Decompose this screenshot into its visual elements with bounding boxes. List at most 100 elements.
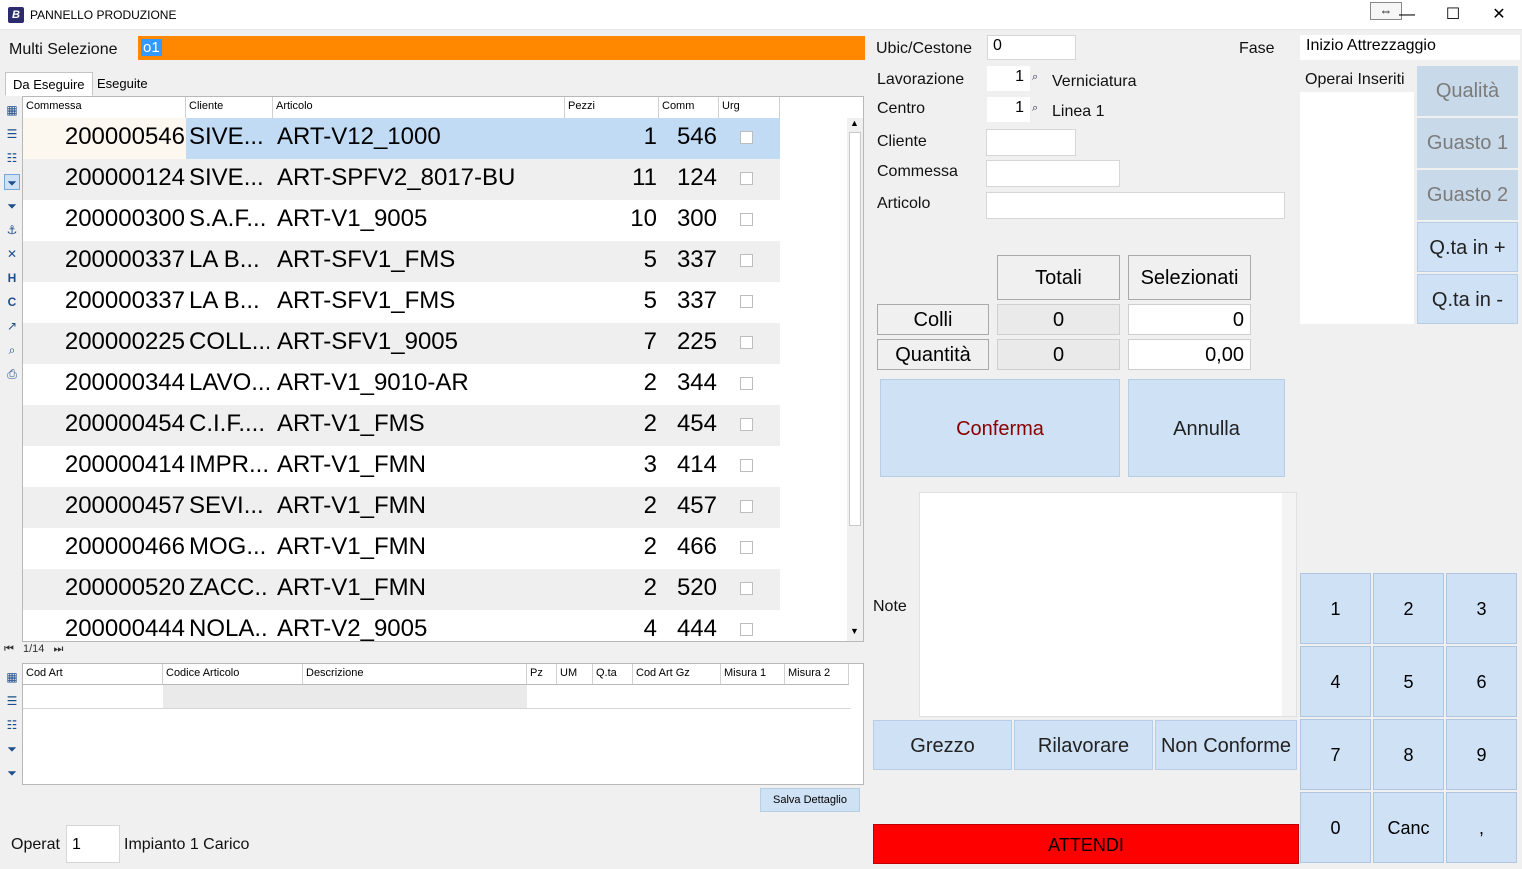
table-row[interactable]: 200000124 SIVE... ART-SPFV2_8017-BU 11 124: [23, 159, 780, 200]
detail-header-descrizione[interactable]: Descrizione: [303, 664, 527, 685]
guasto-2-button[interactable]: Guasto 2: [1417, 170, 1518, 220]
note-textarea[interactable]: [919, 492, 1297, 717]
close-button[interactable]: ✕: [1476, 0, 1522, 30]
table-row[interactable]: 200000466 MOG... ART-V1_FMN 2 466: [23, 528, 780, 569]
filter-icon[interactable]: ⏷: [4, 174, 20, 190]
colli-button[interactable]: Colli: [877, 304, 989, 335]
key-5-button[interactable]: 5: [1373, 646, 1444, 717]
qualita-button[interactable]: Qualità: [1417, 66, 1518, 116]
urgent-checkbox[interactable]: [740, 418, 753, 431]
detail-row[interactable]: [163, 685, 527, 708]
grid-icon[interactable]: ▦: [4, 102, 20, 118]
h-icon[interactable]: H: [4, 270, 20, 286]
quantita-selezionati-value[interactable]: 0,00: [1128, 339, 1251, 370]
table-row[interactable]: 200000300 S.A.F... ART-V1_9005 10 300: [23, 200, 780, 241]
detail-header-cod-art[interactable]: Cod Art: [23, 664, 163, 685]
urgent-checkbox[interactable]: [740, 582, 753, 595]
table-row[interactable]: 200000337 LA B... ART-SFV1_FMS 5 337: [23, 282, 780, 323]
grid-scrollbar[interactable]: ▲ ▼: [847, 118, 863, 641]
column-header-articolo[interactable]: Articolo: [273, 97, 565, 119]
list-icon[interactable]: ☰: [4, 693, 20, 709]
non-conforme-button[interactable]: Non Conforme: [1155, 720, 1297, 770]
filter-icon[interactable]: ⏷: [4, 765, 20, 781]
rilavorare-button[interactable]: Rilavorare: [1014, 720, 1153, 770]
note-scrollbar[interactable]: [1282, 493, 1296, 716]
lavorazione-input[interactable]: 1: [987, 66, 1030, 91]
key-0-button[interactable]: 0: [1300, 792, 1371, 863]
key-1-button[interactable]: 1: [1300, 573, 1371, 644]
column-header-commessa[interactable]: Commessa: [23, 97, 186, 119]
key-3-button[interactable]: 3: [1446, 573, 1517, 644]
minimize-button[interactable]: —: [1384, 0, 1430, 30]
quantita-button[interactable]: Quantità: [877, 339, 989, 370]
chart-icon[interactable]: ↗: [4, 318, 20, 334]
detail-header-codice-articolo[interactable]: Codice Articolo: [163, 664, 303, 685]
anchor-icon[interactable]: ⚓: [4, 222, 20, 238]
table-row[interactable]: 200000344 LAVO... ART-V1_9010-AR 2 344: [23, 364, 780, 405]
commesse-grid[interactable]: Commessa Cliente Articolo Pezzi Comm Urg…: [22, 96, 864, 642]
guasto-1-button[interactable]: Guasto 1: [1417, 118, 1518, 168]
detail-header-misura-1[interactable]: Misura 1: [721, 664, 785, 685]
scroll-thumb[interactable]: [849, 132, 861, 526]
annulla-button[interactable]: Annulla: [1128, 379, 1285, 477]
grid-icon[interactable]: ▦: [4, 669, 20, 685]
key-6-button[interactable]: 6: [1446, 646, 1517, 717]
key-2-button[interactable]: 2: [1373, 573, 1444, 644]
key-8-button[interactable]: 8: [1373, 719, 1444, 790]
urgent-checkbox[interactable]: [740, 295, 753, 308]
scroll-up-icon[interactable]: ▲: [850, 118, 859, 128]
table-row[interactable]: 200000337 LA B... ART-SFV1_FMS 5 337: [23, 241, 780, 282]
key-comma-button[interactable]: ,: [1446, 792, 1517, 863]
selezionati-button[interactable]: Selezionati: [1128, 255, 1251, 300]
qta-minus-button[interactable]: Q.ta in -: [1417, 274, 1518, 324]
table-row[interactable]: 200000546 SIVE... ART-V12_1000 1 546: [23, 118, 780, 159]
urgent-checkbox[interactable]: [740, 541, 753, 554]
detail-header-misura-2[interactable]: Misura 2: [785, 664, 849, 685]
grezzo-button[interactable]: Grezzo: [873, 720, 1012, 770]
operai-list[interactable]: [1300, 92, 1414, 324]
urgent-checkbox[interactable]: [740, 254, 753, 267]
first-page-icon[interactable]: ⏮: [4, 643, 14, 655]
ubic-input[interactable]: 0: [987, 35, 1076, 60]
column-header-urg[interactable]: Urg: [719, 97, 780, 119]
colli-selezionati-value[interactable]: 0: [1128, 304, 1251, 335]
table-row[interactable]: 200000414 IMPR... ART-V1_FMN 3 414: [23, 446, 780, 487]
table-row[interactable]: 200000225 COLL... ART-SFV1_9005 7 225: [23, 323, 780, 364]
print-icon[interactable]: ⎙: [4, 366, 20, 382]
urgent-checkbox[interactable]: [740, 172, 753, 185]
totali-button[interactable]: Totali: [997, 255, 1120, 300]
detail-header-um[interactable]: UM: [557, 664, 593, 685]
urgent-checkbox[interactable]: [740, 336, 753, 349]
table-row[interactable]: 200000444 NOLA... ART-V2_9005 4 444: [23, 610, 780, 641]
detail-header-pz[interactable]: Pz: [527, 664, 557, 685]
last-page-icon[interactable]: ⏭: [53, 643, 63, 655]
key-4-button[interactable]: 4: [1300, 646, 1371, 717]
table-row[interactable]: 200000520 ZACC... ART-V1_FMN 2 520: [23, 569, 780, 610]
list-icon[interactable]: ☷: [4, 150, 20, 166]
tab-eseguite[interactable]: Eseguite: [90, 72, 155, 96]
x-icon[interactable]: ✕: [4, 246, 20, 262]
table-row[interactable]: 200000457 SEVI... ART-V1_FMN 2 457: [23, 487, 780, 528]
articolo-input[interactable]: [986, 192, 1285, 219]
column-header-comm[interactable]: Comm: [659, 97, 719, 119]
commessa-input[interactable]: [986, 160, 1120, 187]
tab-da-eseguire[interactable]: Da Eseguire: [5, 72, 93, 96]
c-icon[interactable]: C: [4, 294, 20, 310]
save-detail-button[interactable]: Salva Dettaglio: [760, 788, 860, 812]
filter-icon[interactable]: ⏷: [4, 741, 20, 757]
list-icon[interactable]: ☰: [4, 126, 20, 142]
preview-icon[interactable]: ⌕: [4, 342, 20, 358]
key-7-button[interactable]: 7: [1300, 719, 1371, 790]
scroll-down-icon[interactable]: ▼: [850, 626, 859, 636]
qta-plus-button[interactable]: Q.ta in +: [1417, 222, 1518, 272]
urgent-checkbox[interactable]: [740, 459, 753, 472]
urgent-checkbox[interactable]: [740, 131, 753, 144]
cliente-input[interactable]: [986, 129, 1076, 156]
operat-input[interactable]: 1: [66, 825, 120, 863]
centro-search-icon[interactable]: ⌕: [1032, 102, 1038, 115]
detail-header-qta[interactable]: Q.ta: [593, 664, 633, 685]
key-canc-button[interactable]: Canc: [1373, 792, 1444, 863]
filter-icon[interactable]: ⏷: [4, 198, 20, 214]
list-icon[interactable]: ☷: [4, 717, 20, 733]
detail-grid[interactable]: Cod Art Codice Articolo Descrizione Pz U…: [22, 663, 864, 785]
